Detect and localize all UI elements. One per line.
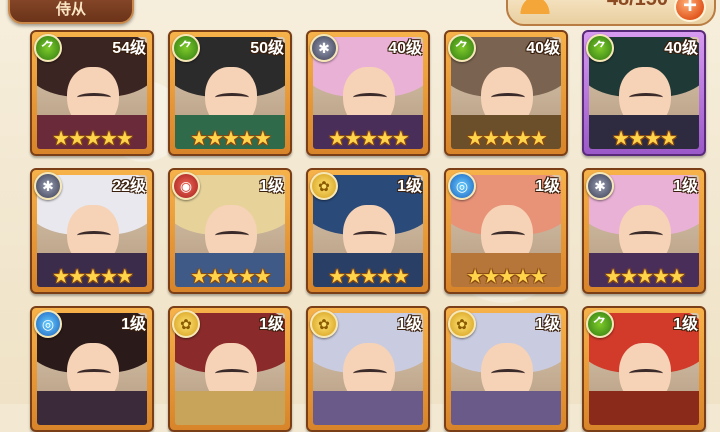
leaf-icon: ⺈: [448, 34, 476, 62]
hero-card[interactable]: ✿ 1级 ★★★★★: [306, 168, 430, 294]
hero-stars: ★★★★★: [52, 128, 134, 150]
hero-card[interactable]: ◉ 1级 ★★★★★: [168, 168, 292, 294]
hero-level: 1级: [259, 316, 284, 333]
hero-eyes: [215, 93, 249, 102]
hero-level: 1级: [121, 316, 146, 333]
flower-icon: ✿: [448, 310, 476, 338]
hero-card[interactable]: ✿ 1级: [306, 306, 430, 432]
hero-stars: ★★★★★: [190, 128, 272, 150]
hero-card[interactable]: ⺈ 40级 ★★★★: [582, 30, 706, 156]
capacity-bar: 48/150 +: [506, 0, 716, 26]
leaf-icon: ⺈: [586, 310, 614, 338]
wave-icon: ◎: [34, 310, 62, 338]
hero-level: 22级: [112, 178, 146, 195]
flower-icon: ✿: [310, 310, 338, 338]
hero-level: 1级: [259, 178, 284, 195]
hero-level: 40级: [526, 40, 560, 57]
hero-level: 1级: [673, 316, 698, 333]
hero-eyes: [353, 231, 387, 240]
hero-card[interactable]: ⺈ 54级 ★★★★★: [30, 30, 154, 156]
web-icon: ✱: [586, 172, 614, 200]
hero-card[interactable]: ⺈ 50级 ★★★★★: [168, 30, 292, 156]
hero-eyes: [491, 369, 525, 378]
hero-clothing: [37, 391, 147, 425]
hero-stars: ★★★★★: [328, 128, 410, 150]
leaf-icon: ⺈: [172, 34, 200, 62]
hero-eyes: [215, 369, 249, 378]
hero-card[interactable]: ◎ 1级: [30, 306, 154, 432]
hero-eyes: [629, 231, 663, 240]
tab-label: 侍从: [55, 1, 86, 18]
hero-stars: ★★★★★: [466, 266, 548, 288]
hero-level: 1级: [397, 316, 422, 333]
hero-level: 40级: [388, 40, 422, 57]
leaf-icon: ⺈: [586, 34, 614, 62]
hero-eyes: [77, 369, 111, 378]
hero-eyes: [77, 231, 111, 240]
flame-icon: ◉: [172, 172, 200, 200]
hero-card[interactable]: ✿ 1级: [444, 306, 568, 432]
hero-clothing: [313, 391, 423, 425]
web-icon: ✱: [34, 172, 62, 200]
hero-level: 40级: [664, 40, 698, 57]
hero-card[interactable]: ✱ 40级 ★★★★★: [306, 30, 430, 156]
wave-icon: ◎: [448, 172, 476, 200]
flower-icon: ✿: [310, 172, 338, 200]
hero-stars: ★★★★★: [328, 266, 410, 288]
hero-level: 1级: [535, 178, 560, 195]
hero-eyes: [353, 93, 387, 102]
hero-stars: ★★★★★: [466, 128, 548, 150]
hero-eyes: [77, 93, 111, 102]
flower-icon: ✿: [172, 310, 200, 338]
hero-eyes: [491, 231, 525, 240]
hero-stars: ★★★★★: [604, 266, 686, 288]
add-capacity-button[interactable]: +: [674, 0, 706, 22]
hero-stars: ★★★★★: [52, 266, 134, 288]
hero-level: 1级: [397, 178, 422, 195]
hero-eyes: [629, 93, 663, 102]
capacity-count: 48/150: [564, 0, 668, 11]
web-icon: ✱: [310, 34, 338, 62]
hero-eyes: [629, 369, 663, 378]
hero-card[interactable]: ⺈ 40级 ★★★★★: [444, 30, 568, 156]
hero-stars: ★★★★★: [190, 266, 272, 288]
hero-level: 54级: [112, 40, 146, 57]
hero-clothing: [589, 391, 699, 425]
hero-eyes: [491, 93, 525, 102]
tab-attendants[interactable]: 侍从: [8, 0, 134, 24]
leaf-icon: ⺈: [34, 34, 62, 62]
hero-card[interactable]: ✿ 1级: [168, 306, 292, 432]
hero-clothing: [175, 391, 285, 425]
hero-level: 1级: [535, 316, 560, 333]
hero-card[interactable]: ⺈ 1级: [582, 306, 706, 432]
hero-card[interactable]: ✱ 1级 ★★★★★: [582, 168, 706, 294]
hero-level: 1级: [673, 178, 698, 195]
hero-clothing: [451, 391, 561, 425]
hero-eyes: [353, 369, 387, 378]
hero-card[interactable]: ◎ 1级 ★★★★★: [444, 168, 568, 294]
hero-eyes: [215, 231, 249, 240]
hero-stars: ★★★★: [612, 128, 678, 150]
hero-level: 50级: [250, 40, 284, 57]
hero-card[interactable]: ✱ 22级 ★★★★★: [30, 168, 154, 294]
capacity-icon: [518, 0, 552, 14]
